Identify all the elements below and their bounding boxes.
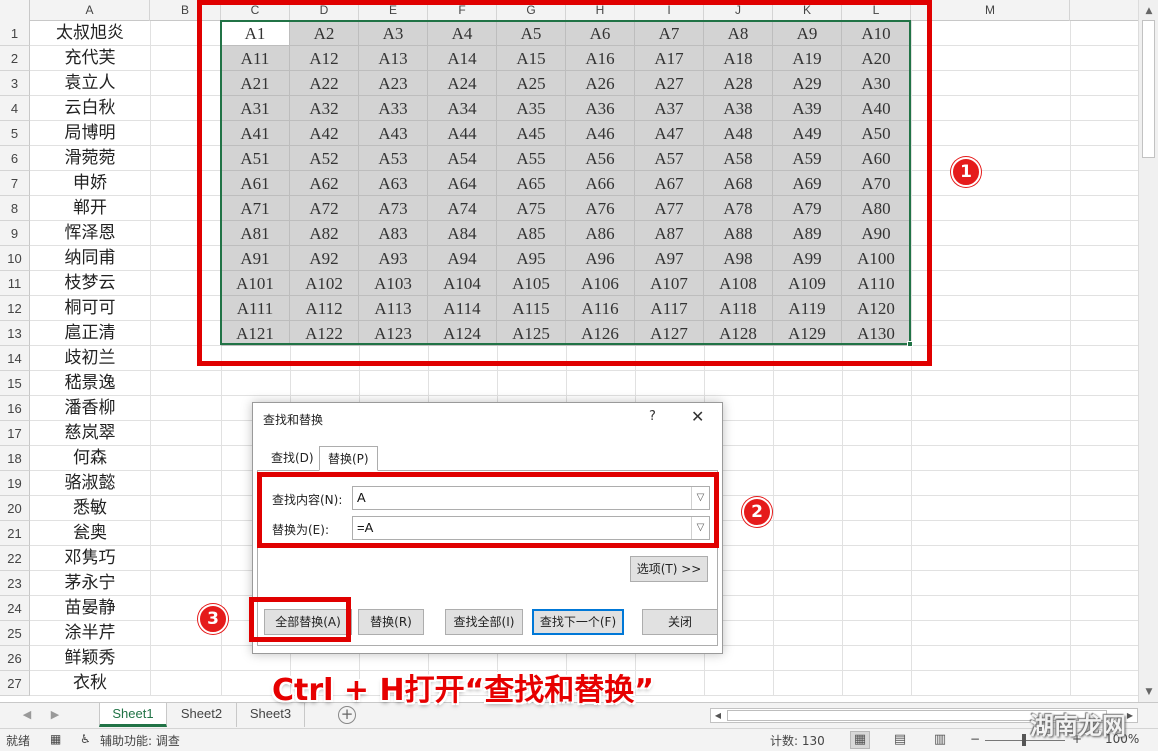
column-header[interactable]: M xyxy=(911,0,1070,21)
status-ready: 就绪 xyxy=(6,734,31,748)
name-cell[interactable]: 悉敏 xyxy=(30,496,150,521)
highlight-box-replace-all xyxy=(249,597,351,642)
name-cell[interactable]: 骆淑懿 xyxy=(30,471,150,496)
row-header[interactable]: 5 xyxy=(0,121,30,146)
row-header[interactable]: 18 xyxy=(0,446,30,471)
name-cell[interactable]: 何森 xyxy=(30,446,150,471)
name-cell[interactable]: 鲜颖秀 xyxy=(30,646,150,671)
row-header[interactable]: 9 xyxy=(0,221,30,246)
zoom-slider-thumb[interactable] xyxy=(1022,734,1026,746)
name-cell[interactable]: 涂半芹 xyxy=(30,621,150,646)
options-button[interactable]: 选项(T) >> xyxy=(630,556,708,582)
row-header[interactable]: 7 xyxy=(0,171,30,196)
row-header[interactable]: 20 xyxy=(0,496,30,521)
row-header[interactable]: 19 xyxy=(0,471,30,496)
macro-record-icon[interactable]: ▦ xyxy=(50,732,61,746)
row-header[interactable]: 14 xyxy=(0,346,30,371)
name-cell[interactable]: 瓮奥 xyxy=(30,521,150,546)
highlight-box-inputs xyxy=(257,472,719,548)
row-header[interactable]: 10 xyxy=(0,246,30,271)
dialog-title: 查找和替换 xyxy=(263,413,324,427)
row-header[interactable]: 15 xyxy=(0,371,30,396)
name-cell[interactable]: 枝梦云 xyxy=(30,271,150,296)
name-cell[interactable]: 纳同甫 xyxy=(30,246,150,271)
row-header[interactable]: 24 xyxy=(0,596,30,621)
row-header[interactable]: 21 xyxy=(0,521,30,546)
replace-button[interactable]: 替换(R) xyxy=(358,609,424,635)
name-cell[interactable]: 云白秋 xyxy=(30,96,150,121)
tab-find[interactable]: 查找(D) xyxy=(263,446,322,471)
find-next-button[interactable]: 查找下一个(F) xyxy=(532,609,624,635)
vertical-scroll-thumb[interactable] xyxy=(1142,20,1155,158)
highlight-box-range xyxy=(197,0,932,366)
row-header[interactable]: 3 xyxy=(0,71,30,96)
close-icon[interactable]: ✕ xyxy=(691,407,704,426)
cell-count: 计数: 130 xyxy=(770,734,825,748)
prev-sheet-icon[interactable]: ◀ xyxy=(16,703,38,727)
name-cell[interactable]: 慈岚翠 xyxy=(30,421,150,446)
scroll-up-icon[interactable]: ▲ xyxy=(1139,2,1158,20)
row-header[interactable]: 4 xyxy=(0,96,30,121)
step-badge-2: 2 xyxy=(742,497,772,527)
row-header[interactable]: 23 xyxy=(0,571,30,596)
name-cell[interactable]: 局博明 xyxy=(30,121,150,146)
gridline-horizontal xyxy=(30,370,1138,371)
row-header[interactable]: 16 xyxy=(0,396,30,421)
scroll-left-icon[interactable]: ◀ xyxy=(711,709,725,722)
row-header[interactable]: 17 xyxy=(0,421,30,446)
row-header[interactable]: 11 xyxy=(0,271,30,296)
name-cell[interactable]: 郸开 xyxy=(30,196,150,221)
tab-sheet2[interactable]: Sheet2 xyxy=(167,703,237,727)
row-header[interactable]: 1 xyxy=(0,21,30,46)
close-button[interactable]: 关闭 xyxy=(642,609,718,635)
accessibility-status[interactable]: 辅助功能: 调查 xyxy=(100,732,180,749)
gridline-horizontal xyxy=(30,395,1138,396)
name-cell[interactable]: 歧初兰 xyxy=(30,346,150,371)
name-cell[interactable]: 嵇景逸 xyxy=(30,371,150,396)
row-header[interactable]: 12 xyxy=(0,296,30,321)
find-all-button[interactable]: 查找全部(I) xyxy=(445,609,523,635)
name-cell[interactable]: 衣秋 xyxy=(30,671,150,696)
name-cell[interactable]: 申娇 xyxy=(30,171,150,196)
tab-sheet1[interactable]: Sheet1 xyxy=(99,703,167,727)
name-cell[interactable]: 太叔旭炎 xyxy=(30,21,150,46)
row-header[interactable]: 25 xyxy=(0,621,30,646)
name-cell[interactable]: 潘香柳 xyxy=(30,396,150,421)
row-header[interactable]: 22 xyxy=(0,546,30,571)
site-watermark: 湖南龙网 xyxy=(1030,712,1126,740)
step-badge-1: 1 xyxy=(951,157,981,187)
name-cell[interactable]: 桐可可 xyxy=(30,296,150,321)
name-cell[interactable]: 苗晏静 xyxy=(30,596,150,621)
row-header[interactable]: 26 xyxy=(0,646,30,671)
tab-replace[interactable]: 替换(P) xyxy=(319,446,378,471)
zoom-out-icon[interactable]: − xyxy=(970,732,980,746)
next-sheet-icon[interactable]: ▶ xyxy=(44,703,66,727)
page-break-view-icon[interactable]: ▥ xyxy=(930,731,950,749)
normal-view-icon[interactable]: ▦ xyxy=(850,731,870,749)
name-cell[interactable]: 滑菀菀 xyxy=(30,146,150,171)
name-cell[interactable]: 邓隽巧 xyxy=(30,546,150,571)
step-badge-3: 3 xyxy=(198,604,228,634)
row-header[interactable]: 6 xyxy=(0,146,30,171)
accessibility-icon[interactable]: ♿ xyxy=(80,732,91,746)
row-header[interactable]: 8 xyxy=(0,196,30,221)
status-bar: 就绪 ▦ ♿ 辅助功能: 调查 计数: 130 ▦ ▤ ▥ − + 100% xyxy=(0,728,1158,751)
name-cell[interactable]: 袁立人 xyxy=(30,71,150,96)
row-header[interactable]: 27 xyxy=(0,671,30,696)
page-layout-view-icon[interactable]: ▤ xyxy=(890,731,910,749)
name-cell[interactable]: 扈正清 xyxy=(30,321,150,346)
name-cell[interactable]: 充代芙 xyxy=(30,46,150,71)
select-all-corner[interactable] xyxy=(0,0,30,21)
scroll-down-icon[interactable]: ▼ xyxy=(1139,683,1158,701)
instruction-caption: Ctrl + H打开“查找和替换” xyxy=(272,673,655,708)
column-header[interactable]: A xyxy=(30,0,150,21)
row-header[interactable]: 2 xyxy=(0,46,30,71)
help-icon[interactable]: ? xyxy=(649,409,656,424)
name-cell[interactable]: 茅永宁 xyxy=(30,571,150,596)
vertical-scrollbar[interactable]: ▲ ▼ xyxy=(1138,0,1158,703)
row-header[interactable]: 13 xyxy=(0,321,30,346)
name-cell[interactable]: 恽泽恩 xyxy=(30,221,150,246)
